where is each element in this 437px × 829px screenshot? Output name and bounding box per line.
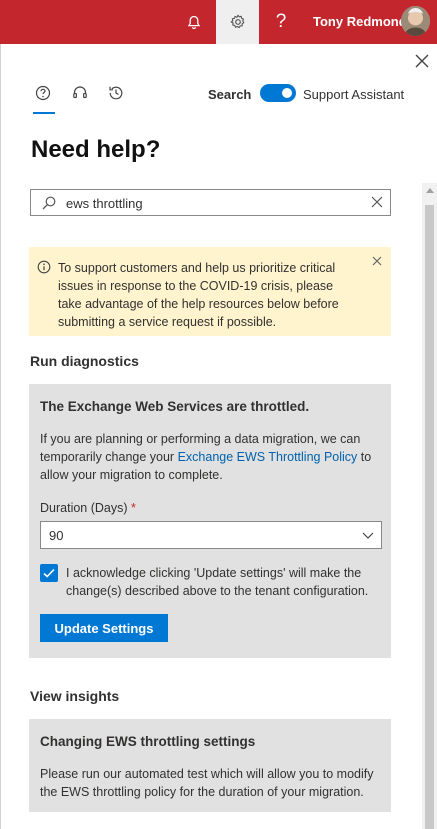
- bell-icon: [187, 15, 201, 29]
- update-settings-button[interactable]: Update Settings: [40, 614, 168, 642]
- headset-icon[interactable]: [71, 84, 89, 102]
- acknowledge-checkbox[interactable]: [40, 564, 58, 582]
- required-marker: *: [131, 501, 136, 515]
- insights-card-body: Please run our automated test which will…: [40, 767, 374, 799]
- avatar[interactable]: [401, 6, 430, 36]
- diagnostics-card-title: The Exchange Web Services are throttled.: [40, 399, 310, 414]
- scrollbar-thumb[interactable]: [425, 205, 434, 829]
- notice-text: To support customers and help us priorit…: [58, 261, 339, 329]
- info-icon: [37, 260, 51, 274]
- top-bar: ? Tony Redmond: [0, 0, 437, 44]
- scrollbar[interactable]: [422, 183, 437, 829]
- notifications-button[interactable]: [172, 0, 216, 44]
- avatar-photo-icon: [401, 6, 430, 36]
- help-button[interactable]: ?: [259, 0, 303, 44]
- search-input[interactable]: [66, 193, 366, 213]
- settings-button[interactable]: [216, 0, 259, 44]
- search-box[interactable]: [30, 189, 391, 216]
- dismiss-notice-icon[interactable]: [371, 255, 383, 267]
- scroll-up-arrow-icon[interactable]: [426, 188, 434, 193]
- checkmark-icon: [43, 568, 55, 578]
- active-tab-indicator: [33, 112, 55, 114]
- diagnostics-card: The Exchange Web Services are throttled.…: [29, 384, 391, 658]
- page-title: Need help?: [31, 136, 161, 163]
- chevron-down-icon: [362, 532, 374, 539]
- duration-label: Duration (Days) *: [40, 501, 136, 515]
- search-toggle-label: Search: [208, 87, 252, 102]
- duration-value: 90: [49, 528, 64, 543]
- close-icon[interactable]: [412, 51, 432, 71]
- help-circle-icon[interactable]: [34, 84, 52, 102]
- acknowledge-label[interactable]: I acknowledge clicking 'Update settings'…: [66, 564, 384, 600]
- ews-throttling-policy-link[interactable]: Exchange EWS Throttling Policy: [178, 450, 358, 464]
- help-icon: ?: [275, 11, 287, 32]
- support-assistant-label: Support Assistant: [303, 87, 405, 102]
- history-icon[interactable]: [107, 84, 125, 102]
- duration-label-text: Duration (Days): [40, 501, 128, 515]
- user-name[interactable]: Tony Redmond: [313, 14, 407, 29]
- search-icon: [42, 196, 56, 210]
- view-insights-heading: View insights: [30, 688, 120, 704]
- toggle-knob: [282, 88, 292, 98]
- clear-search-icon[interactable]: [370, 195, 384, 209]
- gear-icon: [230, 14, 244, 29]
- insights-card: Changing EWS throttling settings Please …: [29, 719, 391, 812]
- diagnostics-card-body: If you are planning or performing a data…: [40, 430, 375, 484]
- covid-notice: To support customers and help us priorit…: [29, 247, 391, 336]
- run-diagnostics-heading: Run diagnostics: [30, 353, 139, 369]
- duration-select[interactable]: 90: [40, 521, 382, 549]
- insights-card-title: Changing EWS throttling settings: [40, 734, 256, 749]
- search-mode-toggle[interactable]: [260, 84, 296, 102]
